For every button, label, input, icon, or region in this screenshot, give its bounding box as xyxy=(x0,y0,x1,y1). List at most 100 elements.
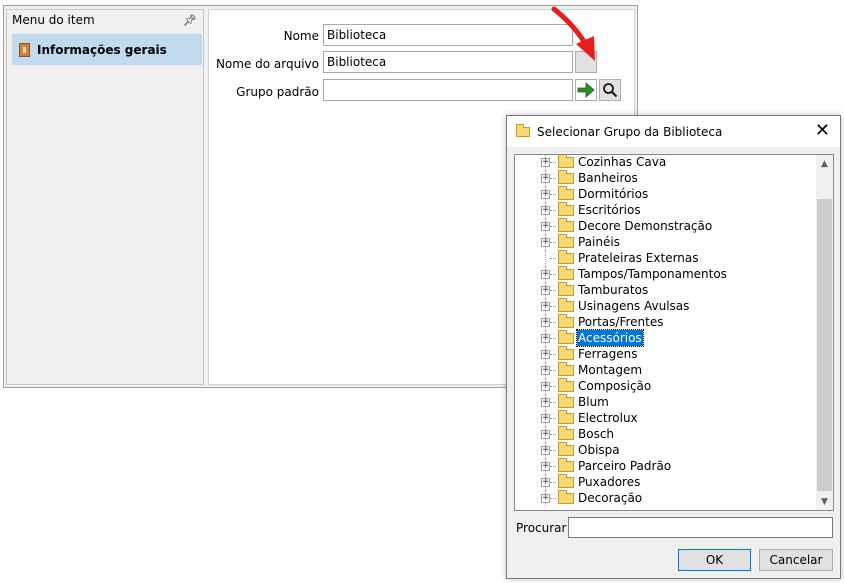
scroll-up-icon[interactable]: ▲ xyxy=(816,155,833,172)
tree-item[interactable]: + Tamburatos xyxy=(515,282,815,298)
tree-item-label: Tamburatos xyxy=(578,283,649,297)
tree-item[interactable]: + Painéis xyxy=(515,234,815,250)
tree-line xyxy=(550,322,556,323)
tree-item[interactable]: + Composição xyxy=(515,378,815,394)
folder-icon xyxy=(558,314,574,328)
select-group-dialog: Selecionar Grupo da Biblioteca ✕ + Cozinh… xyxy=(506,115,841,579)
cancel-button[interactable]: Cancelar xyxy=(759,549,833,571)
tree-item[interactable]: + Decoração xyxy=(515,490,815,506)
tree-line xyxy=(550,434,556,435)
tree-line xyxy=(550,402,556,403)
tree-item[interactable]: + Cozinhas Cava xyxy=(515,155,815,170)
tree-item[interactable]: + Obispa xyxy=(515,442,815,458)
search-input[interactable] xyxy=(568,517,833,538)
folder-icon xyxy=(558,266,574,280)
scroll-thumb[interactable] xyxy=(817,199,832,491)
expand-icon[interactable]: + xyxy=(541,446,550,455)
tree-item[interactable]: + Acessórios xyxy=(515,329,815,347)
expand-icon[interactable]: + xyxy=(541,414,550,423)
expand-icon[interactable]: + xyxy=(541,366,550,375)
folder-icon xyxy=(558,218,574,232)
tree-item-label: Montagem xyxy=(578,363,643,377)
tree-item-label: Decoração xyxy=(578,491,643,505)
expand-icon[interactable]: + xyxy=(541,334,550,343)
tree-line xyxy=(550,210,556,211)
tree-item[interactable]: + Decore Demonstração xyxy=(515,218,815,234)
tree-item[interactable]: + Electrolux xyxy=(515,410,815,426)
expand-icon[interactable]: + xyxy=(541,206,550,215)
expand-icon[interactable]: + xyxy=(541,430,550,439)
scroll-down-icon[interactable]: ▼ xyxy=(816,493,833,510)
tree-item-label: Painéis xyxy=(578,235,620,249)
tree-item[interactable]: + Tampos/Tamponamentos xyxy=(515,266,815,282)
tree-item-label: Tampos/Tamponamentos xyxy=(578,267,727,281)
magnifier-icon xyxy=(603,83,618,98)
info-icon xyxy=(19,42,30,57)
vertical-scrollbar[interactable]: ▲ ▼ xyxy=(816,155,833,510)
tree-item[interactable]: + Escritórios xyxy=(515,202,815,218)
pin-icon[interactable]: 📌︎ xyxy=(183,10,197,31)
name-input[interactable]: Biblioteca xyxy=(323,24,573,46)
folder-icon xyxy=(558,442,574,456)
expand-icon[interactable]: + xyxy=(541,174,550,183)
tree-item[interactable]: + Bosch xyxy=(515,426,815,442)
expand-icon[interactable]: + xyxy=(541,238,550,247)
tree-item-label: Ferragens xyxy=(578,347,638,361)
tree-line xyxy=(550,306,556,307)
folder-icon xyxy=(558,394,574,408)
expand-icon[interactable]: + xyxy=(541,318,550,327)
tree-item[interactable]: + Ferragens xyxy=(515,346,815,362)
default-group-input[interactable] xyxy=(323,79,573,101)
tree-line xyxy=(550,338,556,339)
folder-icon xyxy=(558,490,574,504)
expand-icon[interactable]: + xyxy=(541,158,550,167)
tree-item-label: Usinagens Avulsas xyxy=(578,299,690,313)
file-name-label: Nome do arquivo xyxy=(215,57,319,71)
tree-line xyxy=(550,290,556,291)
folder-icon xyxy=(558,362,574,376)
folder-icon xyxy=(558,330,574,344)
expand-icon[interactable]: + xyxy=(541,190,550,199)
expand-icon[interactable]: + xyxy=(541,350,550,359)
tree-item-label: Parceiro Padrão xyxy=(578,459,672,473)
ok-button[interactable]: OK xyxy=(678,549,751,571)
expand-icon[interactable]: + xyxy=(541,270,550,279)
tree-item[interactable]: + Parceiro Padrão xyxy=(515,458,815,474)
tree-item-label: Blum xyxy=(578,395,609,409)
tree-item[interactable]: + Banheiros xyxy=(515,170,815,186)
tree-item[interactable]: + Puxadores xyxy=(515,474,815,490)
tree-line xyxy=(550,450,556,451)
file-name-input[interactable]: Biblioteca xyxy=(323,51,573,73)
group-tree: + Cozinhas Cava + Banheiros + Dormitórios + Esc… xyxy=(514,154,834,511)
folder-icon xyxy=(516,123,530,137)
expand-icon[interactable]: + xyxy=(541,462,550,471)
tree-line xyxy=(550,162,556,163)
go-arrow-button[interactable] xyxy=(575,79,597,101)
tree-line xyxy=(550,242,556,243)
folder-icon xyxy=(558,410,574,424)
search-group-button[interactable] xyxy=(599,79,621,101)
expand-icon[interactable]: + xyxy=(541,302,550,311)
name-label: Nome xyxy=(283,29,319,43)
tree-item[interactable]: + Usinagens Avulsas xyxy=(515,298,815,314)
item-menu-panel: Menu do item 📌︎ Informações gerais xyxy=(6,9,204,385)
folder-icon xyxy=(558,426,574,440)
expand-icon[interactable]: + xyxy=(541,382,550,391)
tree-item[interactable]: + Portas/Frentes xyxy=(515,314,815,330)
default-group-label: Grupo padrão xyxy=(236,85,319,99)
tree-item[interactable]: Prateleiras Externas xyxy=(515,250,815,266)
expand-icon[interactable]: + xyxy=(541,222,550,231)
tree-item-label: Dormitórios xyxy=(578,187,649,201)
menu-item-general-info[interactable]: Informações gerais xyxy=(12,34,202,65)
expand-icon[interactable]: + xyxy=(541,286,550,295)
item-menu-title: Menu do item xyxy=(12,13,95,27)
expand-icon[interactable]: + xyxy=(541,478,550,487)
close-icon[interactable]: ✕ xyxy=(815,120,830,142)
tree-item[interactable]: + Dormitórios xyxy=(515,186,815,202)
tree-item[interactable]: + Montagem xyxy=(515,362,815,378)
tree-item[interactable]: + Blum xyxy=(515,394,815,410)
folder-icon xyxy=(558,458,574,472)
expand-icon[interactable]: + xyxy=(541,398,550,407)
folder-icon xyxy=(558,155,574,168)
expand-icon[interactable]: + xyxy=(541,494,550,503)
